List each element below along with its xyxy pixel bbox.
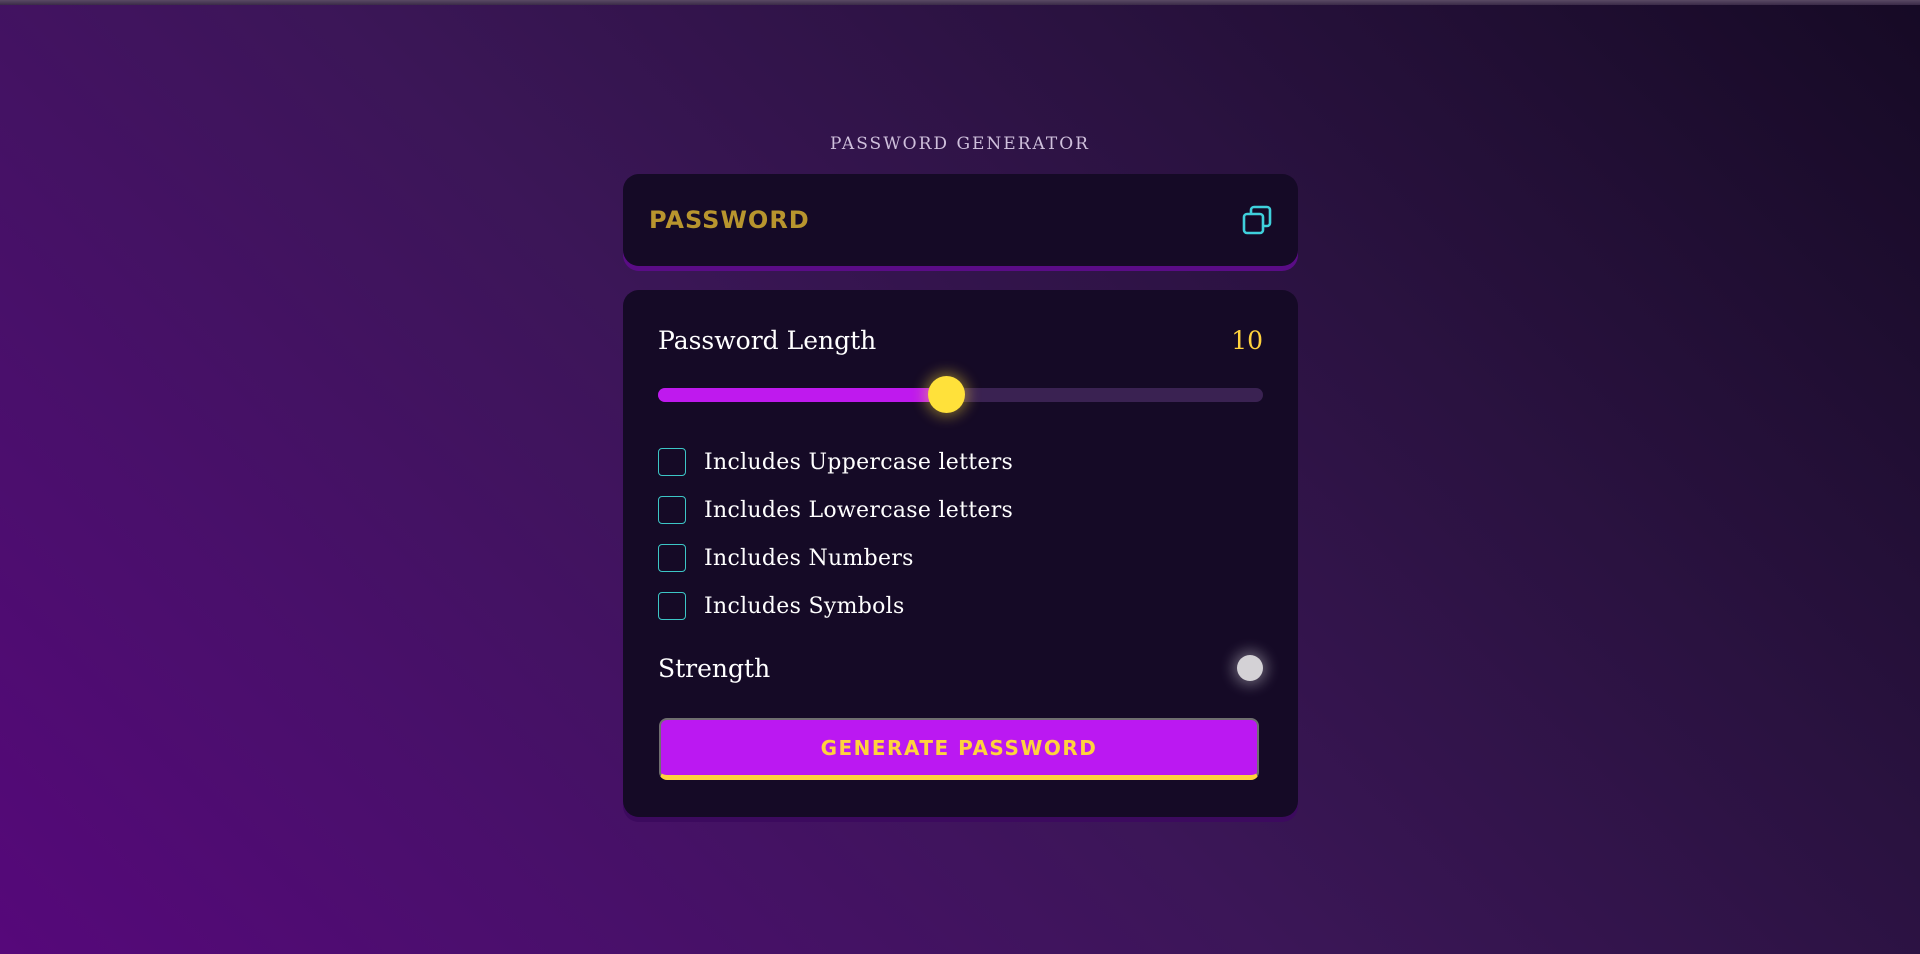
length-slider-fill [658,388,946,402]
page-title: PASSWORD GENERATOR [830,134,1090,154]
strength-row: Strength [658,650,1263,686]
symbols-checkbox[interactable] [658,592,686,620]
length-row: Password Length 10 [658,322,1263,358]
option-numbers[interactable]: Includes Numbers [658,543,1013,573]
password-output-field[interactable] [649,206,1169,234]
browser-top-strip [0,0,1920,5]
generate-password-button[interactable]: GENERATE PASSWORD [659,718,1259,780]
option-label: Includes Symbols [704,593,905,619]
option-uppercase[interactable]: Includes Uppercase letters [658,447,1013,477]
numbers-checkbox[interactable] [658,544,686,572]
option-label: Includes Lowercase letters [704,497,1014,523]
strength-label: Strength [658,653,771,683]
option-label: Includes Uppercase letters [704,449,1014,475]
options-list: Includes Uppercase letters Includes Lowe… [658,447,1013,639]
strength-indicator [1237,655,1263,681]
password-display [623,174,1298,266]
length-slider-thumb[interactable] [928,376,965,413]
length-slider[interactable] [658,376,1263,413]
uppercase-checkbox[interactable] [658,448,686,476]
copy-button[interactable] [1237,200,1277,240]
length-label: Password Length [658,325,877,355]
option-symbols[interactable]: Includes Symbols [658,591,1013,621]
option-label: Includes Numbers [704,545,914,571]
settings-panel: Password Length 10 Includes Uppercase le… [623,290,1298,817]
lowercase-checkbox[interactable] [658,496,686,524]
copy-icon [1242,205,1272,235]
option-lowercase[interactable]: Includes Lowercase letters [658,495,1013,525]
length-value: 10 [1231,325,1263,355]
